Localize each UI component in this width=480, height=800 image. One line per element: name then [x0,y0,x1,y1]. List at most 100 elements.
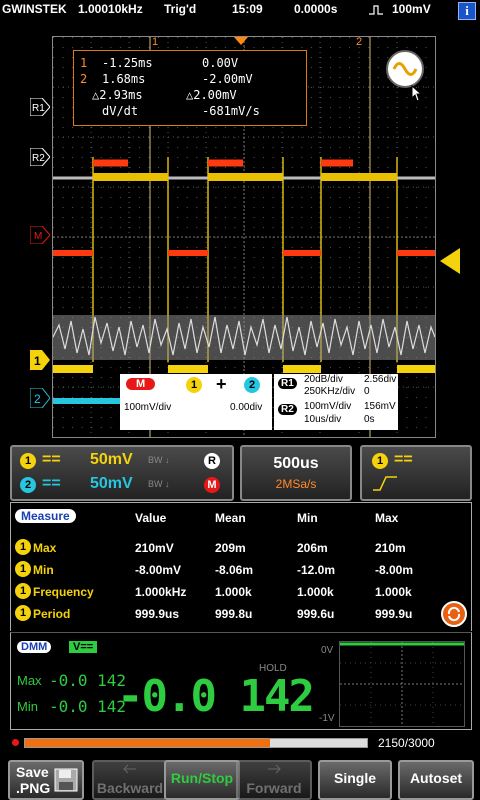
run-stop-button[interactable]: Run/Stop [164,760,240,800]
row-channel-badge: 1 [15,605,31,621]
col-max: Max [375,511,399,525]
math-ch1: 1 [186,377,202,393]
math-label: M [126,378,156,390]
delta-time: △2.93ms [92,88,143,102]
trigger-level: 100mV [392,2,431,16]
trigger-panel[interactable]: 1 == [360,445,472,501]
ref1-frequency: 250KHz/div [304,386,356,397]
dmm-title[interactable]: DMM [17,641,52,653]
horizontal-offset: 0.0000s [294,2,338,16]
row-name: Max [33,541,57,555]
autoset-label: Autoset [409,770,463,786]
measure-title[interactable]: Measure [15,509,76,523]
trigger-level-marker[interactable] [440,248,460,279]
math-marker-label: M [34,231,42,242]
cursor-2-index: 2 [80,72,88,86]
record-counter: 2150/3000 [378,736,435,750]
sine-wave-icon [392,62,418,76]
ref1-marker-label: R1 [32,103,45,114]
forward-button[interactable]: Forward [236,760,312,800]
timebase-panel[interactable]: 500us 2MSa/s [240,445,352,501]
waveform-menu-button[interactable] [386,50,424,88]
cursor-1-marker[interactable]: 1 [152,36,158,48]
dmm-mode[interactable]: V== [69,641,98,653]
cursor-1-volt: 0.00V [202,56,239,70]
info-button[interactable]: i [458,2,476,20]
ch2-marker[interactable]: 2 [29,387,51,413]
row-name: Period [33,607,71,621]
math-scale-box[interactable]: M 1 + 2 100mV/div 0.00div [120,374,272,430]
save-png-button[interactable]: Save .PNG [8,760,84,800]
ch2-marker-label: 2 [34,392,41,406]
measure-reset-button[interactable] [441,601,467,627]
record-progress-bar[interactable] [24,738,368,748]
row-mean: -8.06m [215,563,254,577]
trend-bottom-label: -1V [319,713,335,724]
waveform-display[interactable]: 1 2 R1 R2 M 1 2 1 -1.25ms 0.00V 2 1.68ms… [0,20,480,440]
dmm-panel[interactable]: DMM V== Max -0.0 142 Min -0.0 142 HOLD -… [10,632,472,730]
ref1-marker[interactable]: R1 [29,97,51,121]
row-channel-badge: 1 [15,583,31,599]
ch2-bandwidth: BW ↓ [148,479,170,489]
floppy-disk-icon [54,768,78,792]
ref-scale-box[interactable]: R1 20dB/div 2.56div 250KHz/div 0 R2 100m… [274,374,398,430]
cursor-2-volt: -2.00mV [202,72,253,86]
ref2-offset: 0s [364,414,375,425]
ch2-badge: 2 [20,477,36,493]
channel-panel[interactable]: 1 == 50mV BW ↓ 2 == 50mV BW ↓ R M [10,445,234,501]
ch2-coupling-icon: == [42,475,61,492]
ref1-scale: 20dB/div [304,374,343,385]
math-marker[interactable]: M [29,225,51,249]
row-max: 999.9u [375,607,413,621]
row-max: 1.000k [375,585,412,599]
table-row[interactable]: 1 Frequency 1.000kHz 1.000k 1.000k 1.000… [11,581,471,601]
ref1-label: R1 [278,378,297,389]
math-button[interactable]: M [204,477,220,493]
ch1-coupling-icon: == [42,451,61,468]
status-bar: GWINSTEK 1.00010kHz Trig'd 15:09 0.0000s… [0,0,480,20]
clock: 15:09 [232,2,263,16]
row-mean: 999.8u [215,607,253,621]
ref2-label: R2 [278,404,297,415]
ref-button[interactable]: R [204,453,220,469]
math-operator: + [216,374,227,394]
row-name: Min [33,563,54,577]
math-offset: 0.00div [230,402,263,413]
math-scale: 100mV/div [124,402,172,413]
trend-top-label: 0V [321,645,334,656]
forward-label: Forward [246,780,302,796]
row-value: 999.9us [135,607,180,621]
cursor-2-marker[interactable]: 2 [356,36,362,48]
brand-logo: GWINSTEK [2,2,67,16]
ch1-marker[interactable]: 1 [30,350,50,375]
row-value: 1.000kHz [135,585,187,599]
autoset-button[interactable]: Autoset [398,760,474,800]
dmm-max-label: Max [17,673,42,688]
frequency-readout: 1.00010kHz [78,2,143,16]
backward-label: Backward [96,780,164,796]
col-min: Min [297,511,318,525]
run-stop-label: Run/Stop [170,770,234,786]
cursor-1-index: 1 [80,56,88,70]
ref1-offset: 0 [364,386,370,397]
table-row[interactable]: 1 Min -8.00mV -8.06m -12.0m -8.00m [11,559,471,579]
col-value: Value [135,511,167,525]
single-button[interactable]: Single [318,760,392,800]
row-max: 210m [375,541,406,555]
dmm-min-value: -0.0 142 [49,697,127,716]
row-name: Frequency [33,585,94,599]
row-mean: 209m [215,541,246,555]
ch2-scale[interactable]: 50mV [90,475,133,493]
table-row[interactable]: 1 Max 210mV 209m 206m 210m [11,537,471,557]
ch1-scale[interactable]: 50mV [90,451,133,469]
row-min: 999.6u [297,607,335,621]
cursor-readout: 1 -1.25ms 0.00V 2 1.68ms -2.00mV △2.93ms… [73,50,307,126]
measure-panel[interactable]: Measure Value Mean Min Max 1 Max 210mV 2… [10,502,472,631]
dmm-max-value: -0.0 142 [49,671,127,690]
reset-icon [447,606,461,622]
backward-button[interactable]: Backward [92,760,168,800]
table-row[interactable]: 1 Period 999.9us 999.8u 999.6u 999.9u [11,603,471,623]
record-indicator-icon [12,739,19,746]
ref2-marker[interactable]: R2 [29,147,51,171]
row-mean: 1.000k [215,585,252,599]
